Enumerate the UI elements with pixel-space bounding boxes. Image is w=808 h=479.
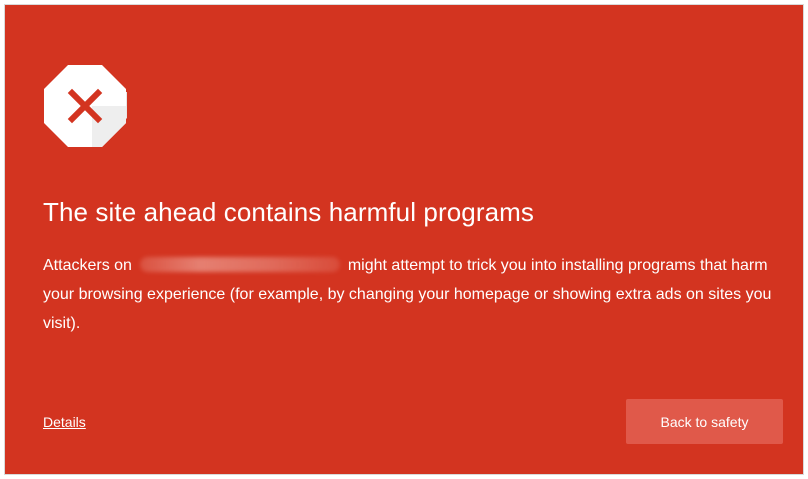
back-to-safety-button[interactable]: Back to safety	[626, 399, 783, 444]
safe-browsing-interstitial: The site ahead contains harmful programs…	[5, 5, 803, 474]
details-link[interactable]: Details	[43, 412, 86, 432]
octagon-inner-shadow	[92, 106, 126, 147]
warning-panel: The site ahead contains harmful programs…	[4, 4, 804, 475]
blurred-site-address	[140, 257, 341, 272]
message-before-host: Attackers on	[43, 257, 132, 274]
danger-octagon-icon	[43, 64, 127, 148]
page-title: The site ahead contains harmful programs	[43, 197, 535, 227]
warning-message: Attackers on might attempt to trick you …	[43, 251, 785, 338]
